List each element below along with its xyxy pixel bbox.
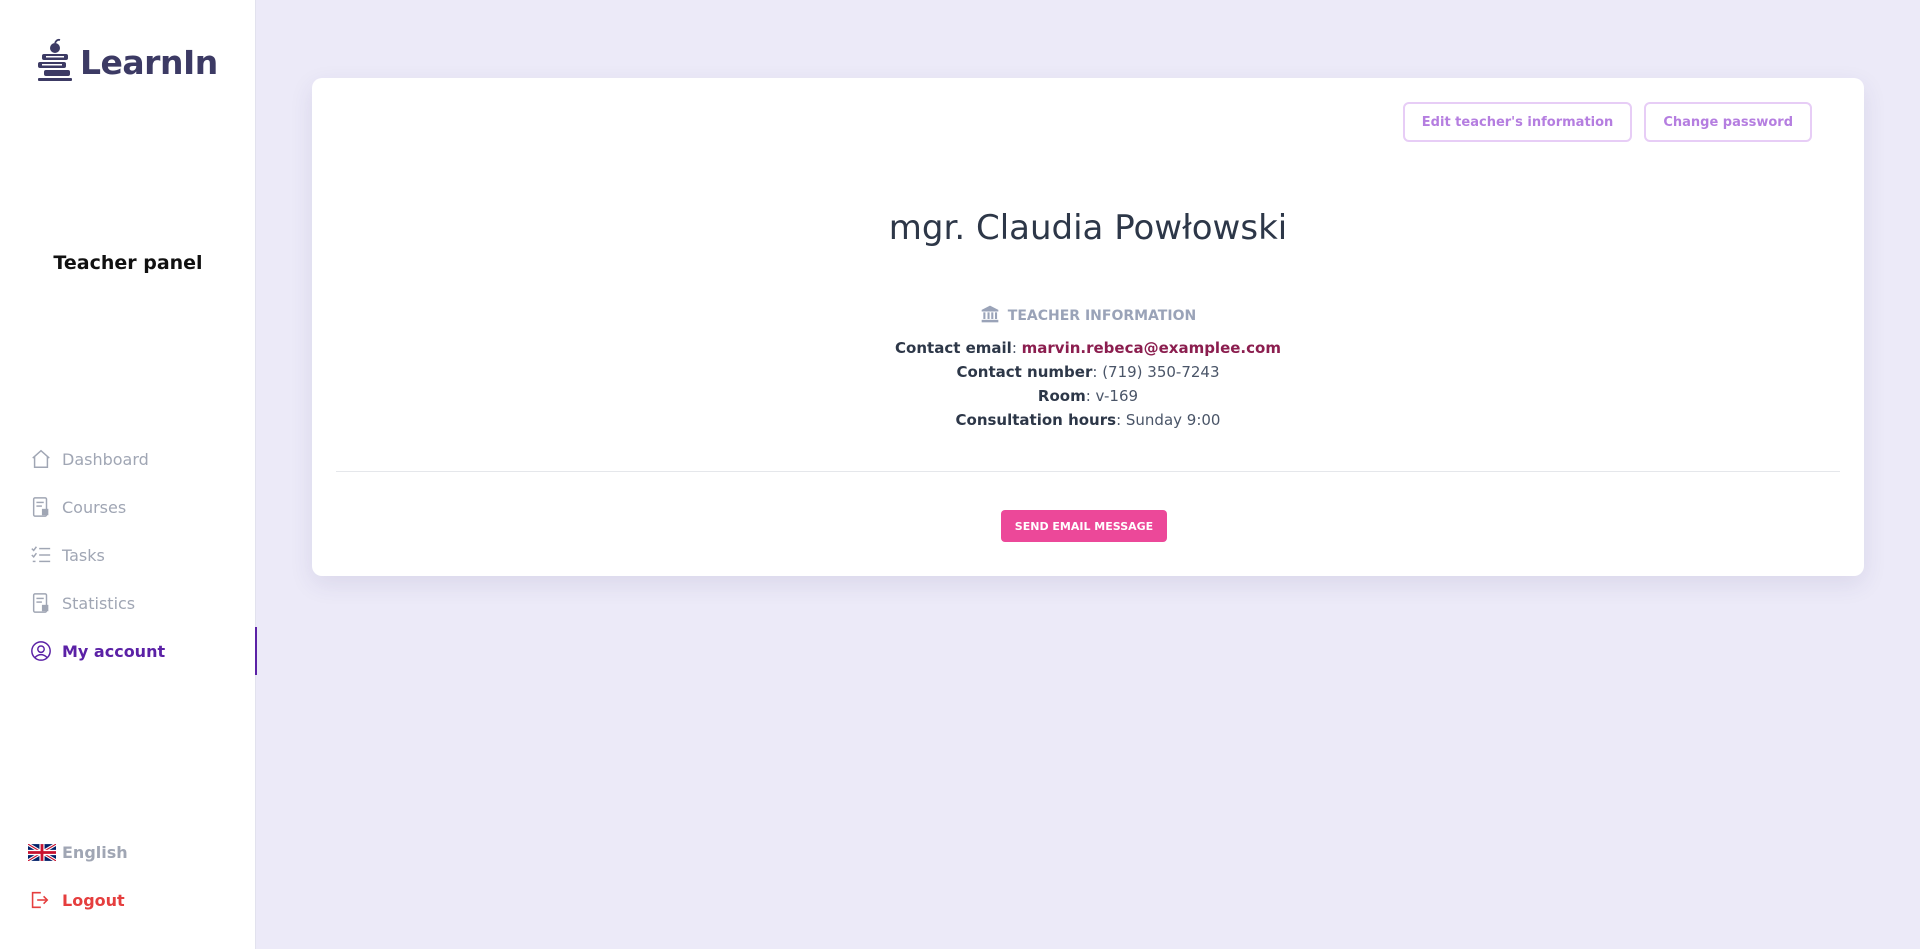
app-logo[interactable]: LearnIn	[36, 38, 218, 86]
contact-number-label: Contact number	[956, 363, 1093, 381]
document-chart-icon	[30, 592, 52, 614]
app-logo-text: LearnIn	[80, 42, 218, 82]
logout-icon	[28, 889, 56, 911]
consultation-hours-row: Consultation hours: Sunday 9:00	[955, 411, 1221, 429]
institution-icon	[980, 304, 1000, 328]
sidebar-item-tasks[interactable]: Tasks	[0, 531, 256, 579]
teacher-info: Contact email: marvin.rebeca@examplee.co…	[312, 336, 1864, 432]
divider	[336, 471, 1840, 472]
contact-email-link[interactable]: marvin.rebeca@examplee.com	[1022, 339, 1281, 357]
room-row: Room: v-169	[1037, 387, 1139, 405]
profile-actions: Edit teacher's information Change passwo…	[1402, 102, 1812, 142]
send-email-button[interactable]: SEND EMAIL MESSAGE	[1001, 510, 1167, 542]
sidebar-item-my-account[interactable]: My account	[0, 627, 257, 675]
sidebar-item-dashboard[interactable]: Dashboard	[0, 435, 256, 483]
contact-number-value: (719) 350-7243	[1102, 363, 1220, 381]
uk-flag-icon	[28, 841, 56, 863]
sidebar-item-courses[interactable]: Courses	[0, 483, 256, 531]
contact-email-row: Contact email: marvin.rebeca@examplee.co…	[895, 339, 1281, 357]
logout-button[interactable]: Logout	[0, 876, 256, 924]
sidebar-item-label: Dashboard	[62, 449, 149, 469]
consultation-hours-label: Consultation hours	[955, 411, 1117, 429]
room-value: v-169	[1095, 387, 1139, 405]
room-label: Room	[1037, 387, 1086, 405]
teacher-name: mgr. Claudia Powłowski	[888, 208, 1288, 248]
checklist-icon	[30, 544, 52, 566]
logout-label: Logout	[62, 890, 125, 910]
contact-email-label: Contact email	[895, 339, 1012, 357]
sidebar-item-label: Tasks	[62, 545, 105, 565]
sidebar-item-statistics[interactable]: Statistics	[0, 579, 256, 627]
panel-title: Teacher panel	[53, 252, 203, 274]
language-label: English	[62, 842, 128, 862]
change-password-button[interactable]: Change password	[1644, 102, 1812, 142]
document-icon	[30, 496, 52, 518]
books-logo-icon	[36, 38, 74, 86]
sidebar-item-label: Courses	[62, 497, 127, 517]
sidebar-bottom: English Logout	[0, 828, 256, 924]
user-circle-icon	[30, 640, 52, 662]
sidebar-item-label: My account	[62, 641, 166, 661]
profile-card: Edit teacher's information Change passwo…	[312, 78, 1864, 576]
consultation-hours-value: Sunday 9:00	[1125, 411, 1221, 429]
contact-number-row: Contact number: (719) 350-7243	[956, 363, 1220, 381]
language-selector[interactable]: English	[0, 828, 256, 876]
section-title: TEACHER INFORMATION	[1007, 308, 1197, 324]
sidebar-nav: Dashboard Courses Tasks Statistics My ac…	[0, 435, 257, 675]
sidebar: LearnIn Teacher panel Dashboard Courses …	[0, 0, 257, 949]
edit-teacher-button[interactable]: Edit teacher's information	[1402, 102, 1633, 142]
home-icon	[30, 448, 52, 470]
teacher-info-heading: TEACHER INFORMATION	[312, 304, 1864, 328]
sidebar-item-label: Statistics	[62, 593, 136, 613]
